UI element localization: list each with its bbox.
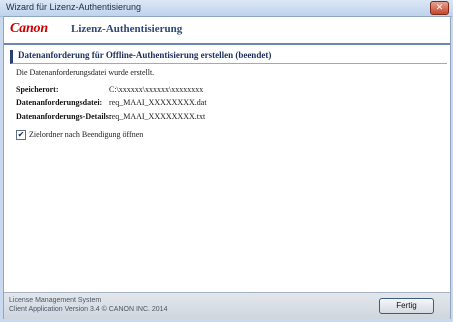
- request-file-value: req_MAAI_XXXXXXXX.dat: [109, 98, 207, 107]
- checkmark-icon: ✔: [17, 130, 25, 139]
- request-details-value: req_MAAI_XXXXXXXX.txt: [109, 112, 206, 121]
- section-heading: Datenanforderung für Offline-Authentisie…: [10, 50, 447, 64]
- section-heading-text: Datenanforderung für Offline-Authentisie…: [18, 50, 272, 60]
- wizard-content-area: Canon Lizenz-Authentisierung Datenanford…: [3, 16, 451, 319]
- window-title: Wizard für Lizenz-Authentisierung: [6, 2, 142, 12]
- header-divider: [4, 43, 450, 45]
- open-folder-checkbox[interactable]: ✔: [16, 130, 26, 140]
- footer: License Management System Client Applica…: [4, 292, 450, 319]
- storage-location-label: Speicherort:: [16, 85, 59, 94]
- finish-button[interactable]: Fertig: [379, 298, 434, 314]
- canon-logo: Canon: [10, 21, 48, 36]
- status-message: Die Datenanforderungsdatei wurde erstell…: [16, 68, 155, 77]
- close-icon: ✕: [435, 3, 444, 13]
- footer-product-name: License Management System: [9, 297, 102, 304]
- request-file-label: Datenanforderungsdatei:: [16, 98, 103, 107]
- wizard-window: Wizard für Lizenz-Authentisierung ✕ Cano…: [0, 0, 453, 322]
- footer-version-copyright: Client Application Version 3.4 © CANON I…: [9, 306, 168, 313]
- open-folder-checkbox-label[interactable]: Zielordner nach Beendigung öffnen: [29, 130, 143, 139]
- close-button[interactable]: ✕: [430, 1, 449, 15]
- request-details-label: Datenanforderungs-Details:: [16, 112, 112, 121]
- header-band: Canon Lizenz-Authentisierung: [4, 17, 450, 41]
- title-bar[interactable]: Wizard für Lizenz-Authentisierung ✕: [0, 0, 453, 17]
- storage-location-value: C:\xxxxxx\xxxxxx\xxxxxxxx: [109, 85, 204, 94]
- app-title: Lizenz-Authentisierung: [71, 23, 183, 35]
